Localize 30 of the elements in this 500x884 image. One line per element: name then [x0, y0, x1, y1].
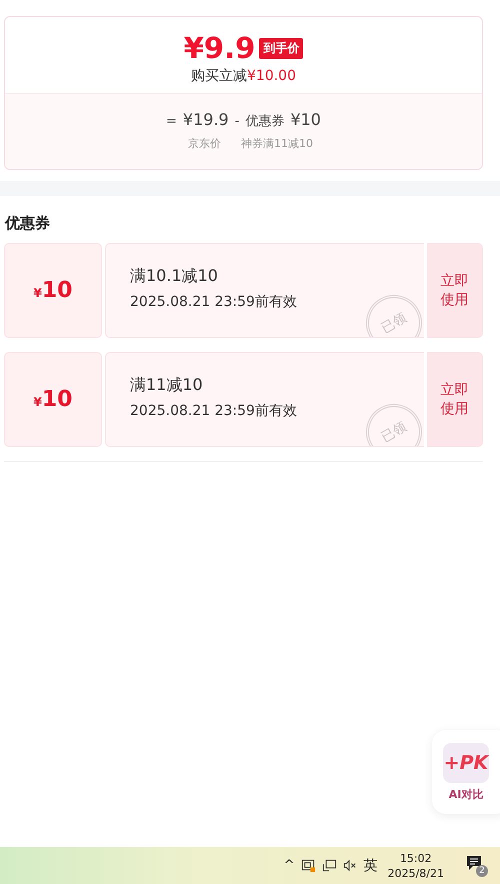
- coupon-amount: ¥10: [34, 387, 72, 412]
- formula-amount: ¥19.9: [182, 110, 229, 129]
- pk-icon: +PK: [443, 742, 489, 782]
- clock-time[interactable]: 15:02: [400, 850, 432, 866]
- saving-amount: ¥10.00: [247, 68, 296, 84]
- coupon-condition: 满11减10: [130, 375, 204, 396]
- clock-date[interactable]: 2025/8/21: [388, 866, 444, 880]
- formula-label: 优惠券: [245, 113, 284, 130]
- input-method[interactable]: 英: [364, 856, 378, 874]
- app-tray-icon[interactable]: [300, 858, 316, 873]
- formula-amount: ¥10: [290, 110, 321, 129]
- ai-compare-label: AI对比: [448, 786, 484, 802]
- saving-label: 购买立减: [191, 68, 247, 84]
- operator: =: [166, 114, 177, 129]
- final-price: ¥9.9: [184, 31, 256, 65]
- coupon-validity: 2025.08.21 23:59前有效: [130, 293, 298, 311]
- final-price-badge: 到手价: [259, 38, 304, 58]
- section-title: 优惠券: [5, 214, 51, 233]
- notification-count: 2: [476, 864, 488, 876]
- tray-chevron[interactable]: ^: [284, 858, 295, 873]
- operator: -: [234, 114, 240, 129]
- price-caption: 神券满11减10: [241, 136, 313, 151]
- use-now-button[interactable]: 立即使用: [427, 352, 483, 447]
- muted-speaker-icon[interactable]: [342, 858, 358, 873]
- coupon-validity: 2025.08.21 23:59前有效: [130, 402, 298, 420]
- coupon-amount: ¥10: [34, 278, 72, 303]
- price-caption: 京东价: [188, 136, 221, 151]
- ai-compare-button[interactable]: +PK AI对比: [432, 730, 500, 814]
- coupon-condition: 满10.1减10: [130, 266, 219, 287]
- use-now-button[interactable]: 立即使用: [427, 243, 483, 338]
